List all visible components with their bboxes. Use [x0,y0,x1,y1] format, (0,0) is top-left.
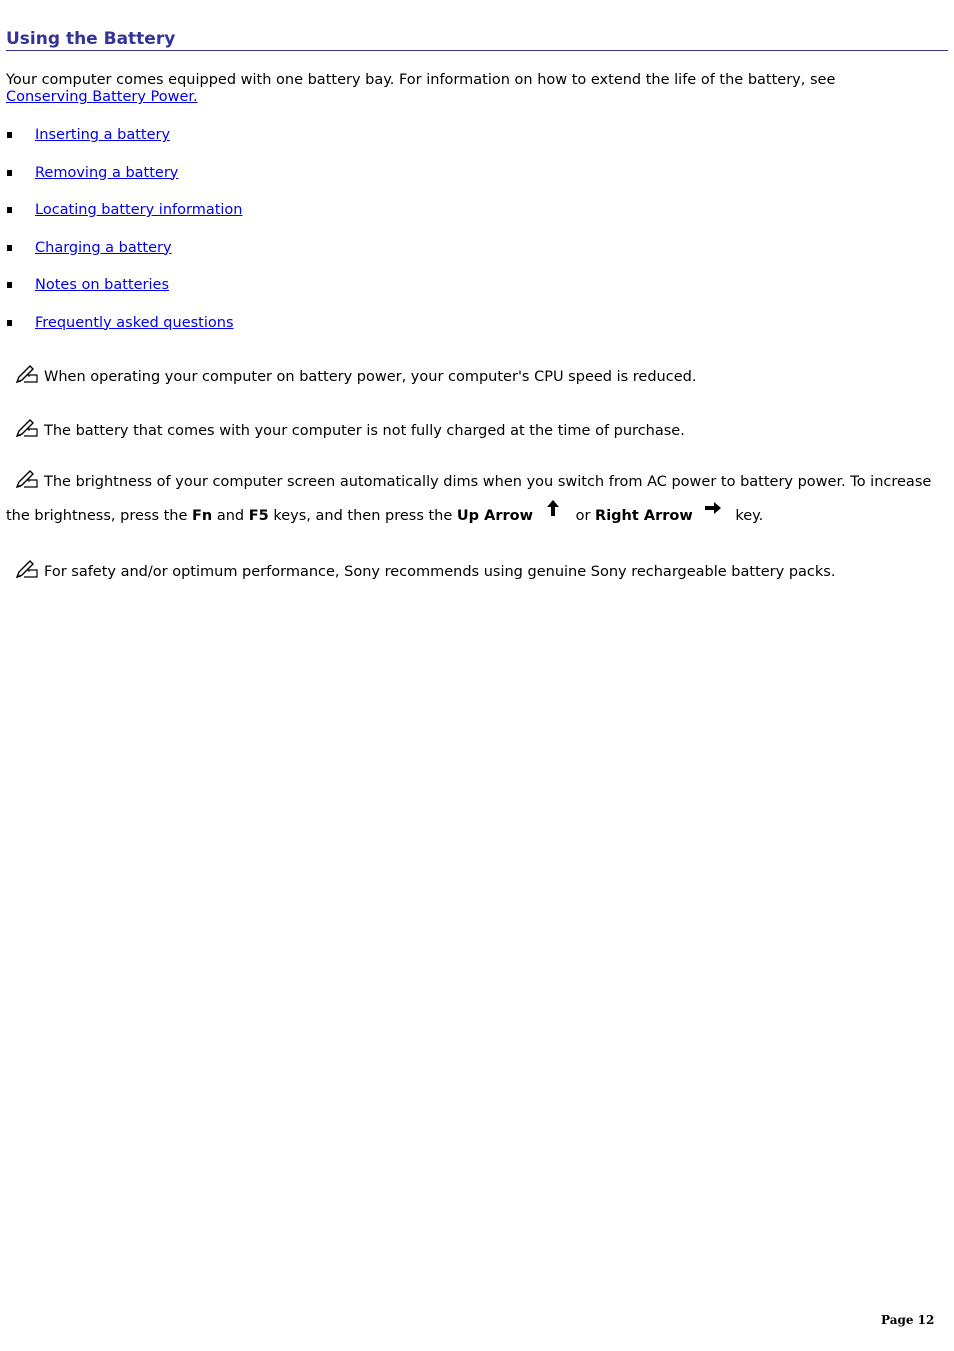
bullet-icon [7,282,12,288]
bullet-icon [7,319,12,326]
note-genuine-sony: For safety and/or optimum performance, S… [6,559,948,581]
note-pen-icon [15,470,38,489]
key-up-arrow: Up Arrow [456,508,533,524]
note-pen-icon [15,560,38,579]
note-text: keys, and then press the [268,508,457,524]
page-title: Using the Battery [6,30,948,51]
note-pen-icon [15,419,38,438]
locating-battery-information-link[interactable]: Locating battery information [35,202,243,218]
note-text: The battery that comes with your compute… [44,423,685,439]
intro-text: Your computer comes equipped with one ba… [6,72,836,88]
note-not-fully-charged: The battery that comes with your compute… [6,418,948,440]
key-right-arrow: Right Arrow [595,508,693,524]
bullet-icon [7,244,12,251]
faq-link[interactable]: Frequently asked questions [35,315,234,331]
key-fn: Fn [192,508,213,524]
note-cpu-speed: When operating your computer on battery … [6,364,948,386]
inserting-battery-link[interactable]: Inserting a battery [35,127,170,143]
charging-battery-link[interactable]: Charging a battery [35,240,172,256]
topic-link-list: Inserting a battery Removing a battery L… [6,127,243,352]
list-item: Charging a battery [6,240,243,278]
note-text: For safety and/or optimum performance, S… [44,564,836,580]
removing-battery-link[interactable]: Removing a battery [35,165,178,181]
note-brightness: The brightness of your computer screen a… [6,466,948,532]
bullet-icon [7,169,12,176]
note-text: key. [730,508,764,524]
note-text: When operating your computer on battery … [44,369,697,385]
list-item: Locating battery information [6,202,243,240]
right-arrow-icon [704,502,721,514]
note-text: and [212,508,249,524]
bullet-icon [7,132,12,138]
intro-paragraph: Your computer comes equipped with one ba… [6,72,948,106]
list-item: Inserting a battery [6,127,243,165]
list-item: Frequently asked questions [6,315,243,353]
page-number: Page 12 [881,1313,935,1327]
list-item: Removing a battery [6,165,243,203]
conserving-battery-power-link[interactable]: Conserving Battery Power. [6,89,198,105]
note-text: or [570,508,596,524]
notes-on-batteries-link[interactable]: Notes on batteries [35,277,169,293]
up-arrow-icon [546,500,559,516]
bullet-icon [7,207,12,213]
list-item: Notes on batteries [6,277,243,315]
note-pen-icon [15,365,38,384]
key-f5: F5 [248,508,269,524]
